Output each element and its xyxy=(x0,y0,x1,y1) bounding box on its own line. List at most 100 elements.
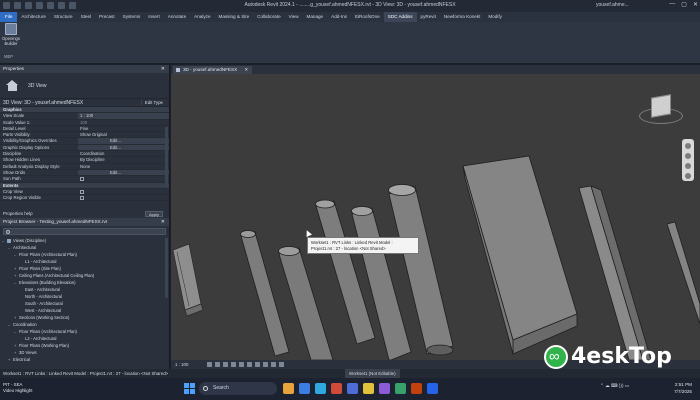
tab-annotate[interactable]: Annotate xyxy=(164,12,190,22)
browser-tree-item[interactable]: + Floor Plans (Working Plan) xyxy=(2,342,169,349)
property-checkbox[interactable] xyxy=(78,189,169,194)
orbit-icon[interactable] xyxy=(685,173,691,179)
browser-tree-item[interactable]: West - Architectural xyxy=(2,307,169,314)
browser-tree-item[interactable]: + Sections (Working Section) xyxy=(2,314,169,321)
taskbar-app-icon[interactable] xyxy=(427,383,438,394)
openings-builder-button[interactable]: Openings Builder xyxy=(2,23,20,46)
tab-sdc-addins[interactable]: SDC Addins xyxy=(383,12,417,22)
windows-start-icon[interactable] xyxy=(184,383,195,394)
browser-tree-item[interactable]: L2 - Architectural xyxy=(2,335,169,342)
browser-tree-item[interactable]: – Coordination xyxy=(2,321,169,328)
render-icon[interactable] xyxy=(239,362,244,367)
property-edit-button[interactable]: Edit... xyxy=(78,144,169,151)
tab-manage[interactable]: Manage xyxy=(303,12,328,22)
property-checkbox[interactable] xyxy=(78,195,169,201)
properties-help-link[interactable]: Properties help xyxy=(3,211,33,216)
browser-tree-item[interactable]: + Floor Plans (Site Plan) xyxy=(2,265,169,272)
workset-selector[interactable]: Workset1 (Not Editable) xyxy=(345,369,400,378)
apply-button[interactable]: Apply xyxy=(144,211,163,217)
checkbox-icon[interactable] xyxy=(80,196,84,201)
reveal-hidden-icon[interactable] xyxy=(279,362,284,367)
property-value[interactable]: Coordination xyxy=(78,151,169,156)
close-icon[interactable]: ✕ xyxy=(693,1,698,8)
close-icon[interactable]: ✕ xyxy=(161,218,165,226)
viewcube-icon[interactable] xyxy=(651,94,671,118)
browser-scrollbar[interactable] xyxy=(165,238,168,298)
tab-eiroofsone[interactable]: EiRoofsOne xyxy=(351,12,384,22)
instance-filter[interactable]: 3D View: 3D - yousef.ahmedNFESX xyxy=(3,100,83,106)
browser-tree-item[interactable]: North - Architectural xyxy=(2,293,169,300)
user-account[interactable]: yousef.ahme... xyxy=(596,2,629,8)
taskbar-app-icon[interactable] xyxy=(299,383,310,394)
tab-collaborate[interactable]: Collaborate xyxy=(253,12,285,22)
property-value[interactable]: 1 : 100 xyxy=(78,113,169,119)
browser-tree-item[interactable]: L1 - Architectural xyxy=(2,258,169,265)
tab-add-ins[interactable]: Add-Ins xyxy=(327,12,351,22)
taskbar-search[interactable]: Search xyxy=(199,382,277,395)
shadows-icon[interactable] xyxy=(231,362,236,367)
browser-tree-item[interactable]: + Electrical xyxy=(2,356,169,363)
close-icon[interactable]: ✕ xyxy=(244,67,248,72)
browser-tree-item[interactable]: – Floor Plans (Architectural Plan) xyxy=(2,251,169,258)
type-selector[interactable]: 3D View xyxy=(0,73,169,99)
navigation-bar[interactable] xyxy=(682,139,694,181)
tab-steel[interactable]: Steel xyxy=(77,12,95,22)
tab-precast[interactable]: Precast xyxy=(95,12,119,22)
sun-path-icon[interactable] xyxy=(223,362,228,367)
browser-tree-item[interactable]: South - Architectural xyxy=(2,300,169,307)
view-scale[interactable]: 1 : 100 xyxy=(175,362,188,367)
browser-tree-item[interactable]: East - Architectural xyxy=(2,286,169,293)
view-tab[interactable]: 3D - yousef.ahmedNFESX ✕ xyxy=(173,66,253,74)
detail-level-icon[interactable] xyxy=(207,362,212,367)
tab-systems[interactable]: Systems xyxy=(119,12,145,22)
system-tray[interactable]: ⌃ ☁ ⌨ ))) ▭ xyxy=(600,383,629,389)
property-edit-button[interactable]: Edit... xyxy=(78,169,169,176)
taskbar-clock[interactable]: 2:51 PM 7/7/2025 xyxy=(674,382,692,395)
checkbox-icon[interactable] xyxy=(80,189,84,194)
property-edit-button[interactable]: Edit... xyxy=(78,138,169,144)
edit-type-button[interactable]: Edit Type xyxy=(140,100,166,105)
crop-icon[interactable] xyxy=(247,362,252,367)
browser-tree-item[interactable]: – Architectural xyxy=(2,244,169,251)
property-value[interactable]: Fine xyxy=(78,126,169,131)
minimize-icon[interactable]: — xyxy=(669,1,675,8)
close-icon[interactable]: ✕ xyxy=(161,65,165,73)
tab-architecture[interactable]: Architecture xyxy=(17,12,50,22)
taskbar-app-icon[interactable] xyxy=(363,383,374,394)
pan-icon[interactable] xyxy=(685,163,691,169)
crop-region-icon[interactable] xyxy=(255,362,260,367)
3d-viewport[interactable]: Workset1 : RVT Links : Linked Revit Mode… xyxy=(171,74,700,360)
steering-wheel-icon[interactable] xyxy=(685,143,691,149)
browser-tree-item[interactable]: – Elevations (Building Elevation) xyxy=(2,279,169,286)
browser-tree-item[interactable]: – Floor Plans (Architectural Plan) xyxy=(2,328,169,335)
tab-massing-site[interactable]: Massing & Site xyxy=(215,12,254,22)
tab-file[interactable]: File xyxy=(0,12,18,22)
taskbar-app-icon[interactable] xyxy=(283,383,294,394)
property-value[interactable]: By Discipline xyxy=(78,157,169,162)
property-value[interactable]: Show Original xyxy=(78,132,169,137)
tab-view[interactable]: View xyxy=(285,12,303,22)
tab-structure[interactable]: Structure xyxy=(50,12,77,22)
taskbar-widget[interactable]: PIT - SEA Video Highlight xyxy=(3,382,32,394)
maximize-icon[interactable]: ▢ xyxy=(681,1,687,8)
tab-analyze[interactable]: Analyze xyxy=(190,12,214,22)
property-checkbox[interactable] xyxy=(78,176,169,182)
browser-tree-item[interactable]: – Views (Discipline) xyxy=(2,237,169,244)
tab-pyrevit[interactable]: pyRevit xyxy=(417,12,440,22)
taskbar-app-icon[interactable] xyxy=(315,383,326,394)
hide-isolate-icon[interactable] xyxy=(271,362,276,367)
zoom-icon[interactable] xyxy=(685,153,691,159)
browser-tree-item[interactable]: +3D Views xyxy=(2,349,169,356)
browser-tree-item[interactable]: + Ceiling Plans (Architectural Ceiling Pl… xyxy=(2,272,169,279)
property-value[interactable]: None xyxy=(78,164,169,169)
taskbar-app-icon[interactable] xyxy=(331,383,342,394)
lock-icon[interactable] xyxy=(263,362,268,367)
taskbar-app-icon[interactable] xyxy=(395,383,406,394)
properties-scrollbar[interactable] xyxy=(165,127,168,187)
tab-modify[interactable]: Modify xyxy=(484,12,506,22)
tab-newforma-konekt[interactable]: Newforma Konekt xyxy=(440,12,485,22)
visual-style-icon[interactable] xyxy=(215,362,220,367)
taskbar-app-icon[interactable] xyxy=(411,383,422,394)
tab-insert[interactable]: Insert xyxy=(144,12,164,22)
taskbar-app-icon[interactable] xyxy=(347,383,358,394)
